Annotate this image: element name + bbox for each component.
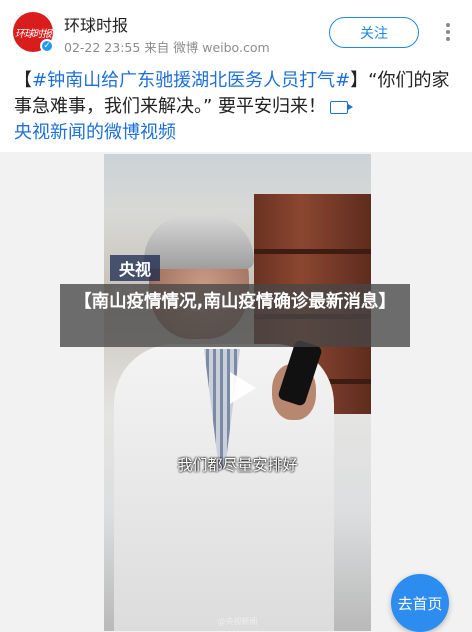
verified-badge-icon: ✓ [40, 39, 54, 53]
post-meta: 02-22 23:55 来自 微博 weibo.com [64, 40, 270, 55]
video-source-link[interactable]: 央视新闻的微博视频 [14, 122, 176, 143]
bracket-open: 【 [14, 70, 32, 91]
follow-button[interactable]: 关注 [329, 17, 419, 48]
video-watermark: @央视新闻 [217, 617, 258, 626]
video-link-icon [330, 100, 354, 114]
post-body: 【#钟南山给广东驰援湖北医务人员打气#】“你们的家事急难事，我们来解决。” 要平… [0, 62, 472, 152]
post-header: 环球时报 ✓ 环球时报 02-22 23:55 来自 微博 weibo.com … [0, 0, 472, 62]
hashtag-link[interactable]: #钟南山给广东驰援湖北医务人员打气# [32, 70, 350, 91]
account-name[interactable]: 环球时报 [64, 12, 128, 36]
play-icon[interactable] [220, 368, 260, 408]
overlay-title: 【南山疫情情况,南山疫情确诊最新消息】 [60, 284, 410, 347]
bracket-close: 】 [350, 70, 369, 91]
more-dots-icon[interactable] [438, 22, 458, 42]
post-text: 【#钟南山给广东驰援湖北医务人员打气#】“你们的家事急难事，我们来解决。” 要平… [14, 68, 464, 146]
home-button[interactable]: 去首页 [391, 574, 449, 632]
video-subtitle: 我们都尽量安排好 [177, 456, 298, 474]
avatar-text: 环球时报 [15, 28, 52, 40]
channel-logo: 央视 [110, 255, 160, 281]
